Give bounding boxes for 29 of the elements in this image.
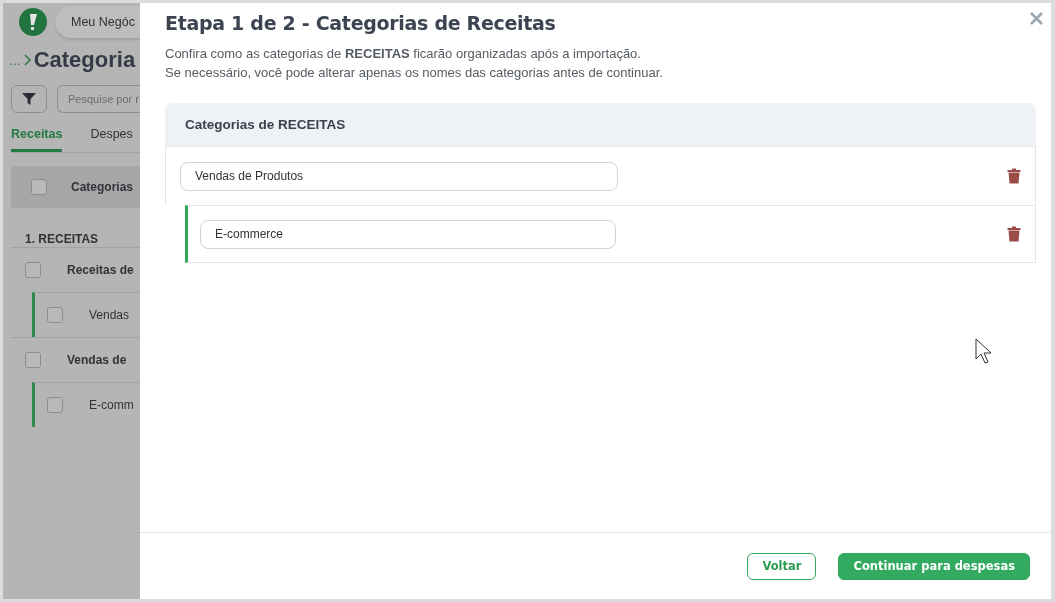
close-icon[interactable] — [1029, 11, 1044, 26]
trash-icon[interactable] — [1007, 226, 1021, 242]
modal-title: Etapa 1 de 2 - Categorias de Receitas — [165, 12, 557, 34]
tab[interactable]: Despes — [90, 127, 133, 152]
filter-icon — [22, 93, 36, 105]
category-name-input[interactable]: Vendas de Produtos — [180, 161, 618, 191]
back-button[interactable]: Voltar — [747, 552, 817, 580]
row-label: Receitas de — [67, 263, 134, 277]
logo-icon[interactable] — [19, 8, 47, 36]
column-header: Categorias — [71, 180, 134, 194]
description-text: Confira como as categorias de RECEITAS ficarão organizadas após a importação. — [165, 45, 641, 63]
row-label: E-comm — [89, 398, 134, 412]
brand-label[interactable]: Meu Negóc — [55, 6, 140, 38]
row-label: Vendas de — [67, 353, 127, 367]
filter-button[interactable] — [11, 85, 47, 113]
row-label: Vendas — [89, 308, 130, 322]
checkbox[interactable] — [47, 397, 63, 413]
chevron-right-icon — [22, 54, 32, 66]
trash-icon[interactable] — [1007, 168, 1021, 184]
checkbox[interactable] — [31, 179, 47, 195]
category-name-input[interactable]: E-commerce — [200, 219, 616, 249]
mouse-cursor-icon — [975, 338, 993, 366]
checkbox[interactable] — [25, 352, 41, 368]
page-title: Categoria — [33, 47, 136, 73]
panel-header: Categorias de RECEITAS — [165, 103, 1036, 146]
checkbox[interactable] — [47, 307, 63, 323]
group-label: 1. RECEITAS — [24, 231, 100, 247]
checkbox[interactable] — [25, 262, 41, 278]
description-text: Se necessário, você pode alterar apenas os nomes das categorias antes de continuar. — [165, 64, 663, 82]
